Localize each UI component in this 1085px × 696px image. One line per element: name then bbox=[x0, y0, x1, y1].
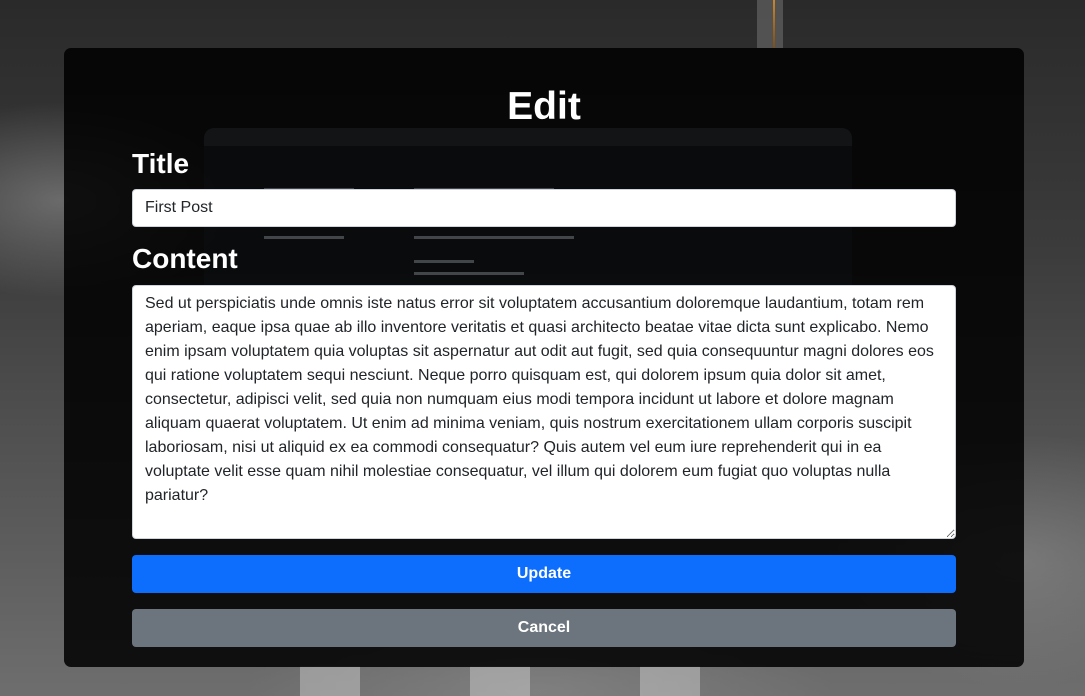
background-decoration bbox=[757, 0, 783, 48]
update-button[interactable]: Update bbox=[132, 555, 956, 593]
background-decoration bbox=[300, 666, 360, 696]
page-title: Edit bbox=[507, 85, 581, 128]
background-decoration bbox=[470, 666, 530, 696]
background-decoration bbox=[640, 666, 700, 696]
content-label: Content bbox=[132, 243, 238, 274]
cancel-button[interactable]: Cancel bbox=[132, 609, 956, 647]
content-textarea[interactable]: Sed ut perspiciatis unde omnis iste natu… bbox=[132, 285, 956, 539]
title-label: Title bbox=[132, 148, 190, 179]
edit-post-card: Edit Title Content Sed ut perspiciatis u… bbox=[64, 48, 1024, 667]
title-input[interactable] bbox=[132, 189, 956, 227]
background-decoration bbox=[773, 0, 775, 48]
